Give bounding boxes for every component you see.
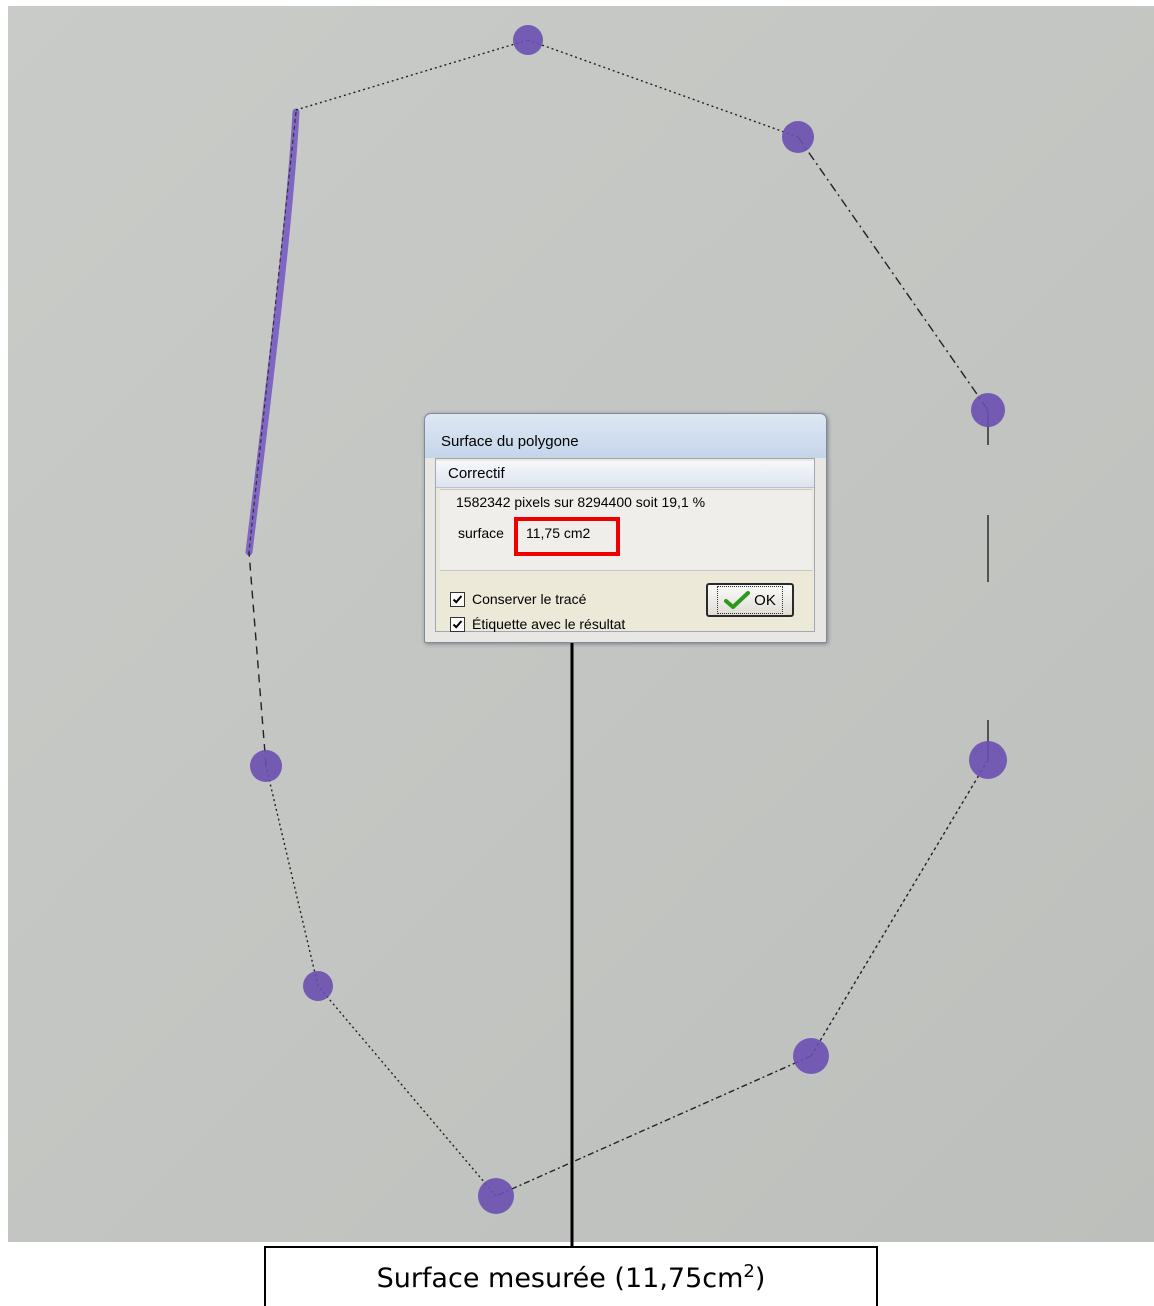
polygon-edge (810, 759, 989, 1057)
marker-dot (971, 393, 1005, 427)
label-result-label: Étiquette avec le résultat (472, 616, 626, 632)
caption-superscript: 2 (743, 1260, 755, 1282)
marker-dot (969, 741, 1007, 779)
marker-dot (303, 971, 333, 1001)
marker-dot (478, 1178, 514, 1214)
polygon-edge (797, 136, 989, 411)
caption-text: Surface mesurée (11,75cm2) (377, 1261, 766, 1294)
dialog-titlebar[interactable]: Surface du polygone (425, 414, 826, 458)
surface-label: surface (458, 525, 504, 541)
polygon-overlay (245, 25, 1007, 1246)
polygon-edge (527, 39, 799, 138)
marker-dot (782, 121, 814, 153)
marker-dot (513, 25, 543, 55)
caption-suffix: ) (754, 1262, 766, 1294)
polygon-edge (248, 551, 267, 767)
polygon-edge (317, 985, 497, 1197)
keep-trace-label: Conserver le tracé (472, 591, 587, 607)
polygon-edge (495, 1055, 812, 1197)
result-panel: 1582342 pixels sur 8294400 soit 19,1 % s… (440, 489, 812, 571)
checkbox-checked-icon[interactable] (450, 616, 465, 632)
green-checkmark-icon (724, 591, 751, 609)
dialog-body: Correctif 1582342 pixels sur 8294400 soi… (435, 458, 815, 632)
keep-trace-option[interactable]: Conserver le tracé (450, 590, 586, 608)
ok-button-inner: OK (717, 586, 783, 614)
correctif-header[interactable]: Correctif (436, 461, 814, 488)
polygon-edge (265, 765, 319, 987)
marker-dot (250, 750, 282, 782)
surface-dialog: Surface du polygone Correctif 1582342 pi… (424, 413, 827, 643)
ok-label: OK (754, 591, 776, 609)
result-highlight-box (514, 517, 620, 556)
label-result-option[interactable]: Étiquette avec le résultat (450, 615, 625, 633)
pixel-stats: 1582342 pixels sur 8294400 soit 19,1 % (456, 494, 706, 510)
caption-prefix: Surface mesurée (11,75cm (376, 1262, 744, 1294)
correctif-label: Correctif (448, 465, 505, 482)
dialog-title: Surface du polygone (441, 433, 579, 450)
polygon-edge (295, 39, 529, 111)
marker-dot (793, 1038, 829, 1074)
checkbox-checked-icon[interactable] (450, 591, 465, 607)
ok-button[interactable]: OK (706, 583, 794, 617)
caption-box: Surface mesurée (11,75cm2) (264, 1246, 878, 1306)
